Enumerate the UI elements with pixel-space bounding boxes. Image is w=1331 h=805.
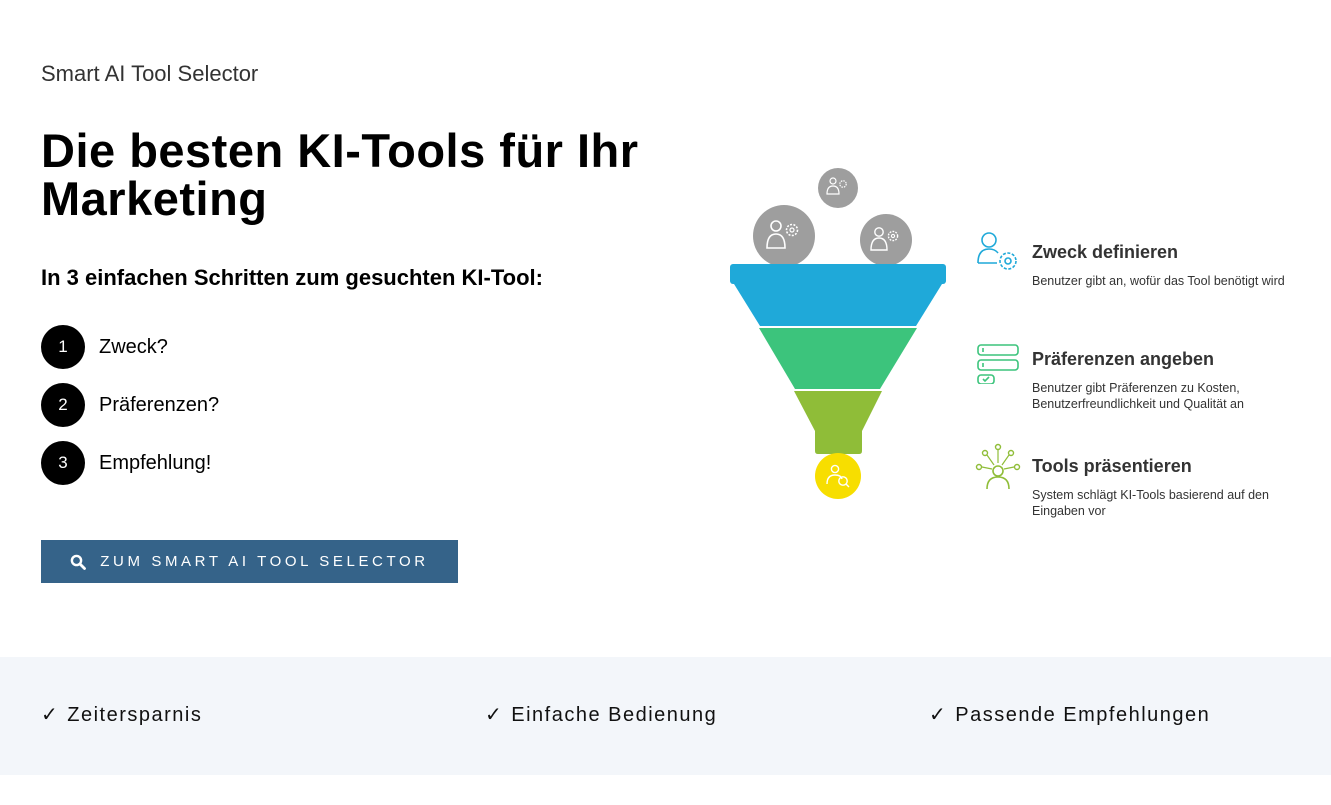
benefit-item: ✓ Zeitersparnis (41, 702, 202, 727)
eyebrow-label: Smart AI Tool Selector (41, 61, 259, 86)
benefit-label: Zeitersparnis (67, 704, 203, 726)
search-icon (70, 554, 87, 570)
smart-ai-tool-selector-button[interactable]: ZUM SMART AI TOOL SELECTOR (41, 540, 458, 583)
funnel-illustration (730, 168, 946, 499)
user-gear-icon (977, 232, 1017, 270)
feature-item: Tools präsentieren System schlägt KI-Too… (975, 443, 1295, 550)
benefit-item: ✓ Einfache Bedienung (485, 702, 717, 727)
step-label: Empfehlung! (99, 451, 212, 474)
feature-description: Benutzer gibt an, wofür das Tool benötig… (1032, 274, 1285, 288)
feature-item: Zweck definieren Benutzer gibt an, wofür… (975, 229, 1295, 336)
user-gear-bubble-icon (753, 205, 815, 267)
feature-description: System schlägt KI-Tools basierend auf de… (1032, 488, 1269, 518)
subheading: In 3 einfachen Schritten zum gesuchten K… (41, 265, 543, 290)
step-number-badge: 2 (41, 383, 85, 427)
result-user-search-icon (815, 453, 861, 499)
checkmark-icon: ✓ (485, 704, 504, 726)
user-gear-bubble-icon (818, 168, 858, 208)
user-gear-bubble-icon (860, 214, 912, 266)
step-label: Zweck? (99, 335, 168, 358)
step-item: 1 Zweck? (41, 325, 219, 369)
feature-title: Zweck definieren (1032, 242, 1179, 262)
step-number-badge: 3 (41, 441, 85, 485)
feature-description: Benutzer gibt Präferenzen zu Kosten, Ben… (1032, 381, 1244, 411)
funnel-bottom-segment (794, 391, 882, 454)
funnel-rim (730, 264, 946, 284)
checkmark-icon: ✓ (41, 704, 60, 726)
benefit-label: Passende Empfehlungen (955, 704, 1211, 726)
step-label: Präferenzen? (99, 393, 220, 416)
benefit-item: ✓ Passende Empfehlungen (929, 702, 1210, 727)
page-title: Die besten KI-Tools für Ihr Marketing (41, 124, 639, 225)
funnel-top-segment (734, 284, 942, 326)
benefits-bar: ✓ Zeitersparnis ✓ Einfache Bedienung ✓ Pass… (0, 657, 1331, 775)
cta-label: ZUM SMART AI TOOL SELECTOR (100, 553, 429, 570)
step-item: 3 Empfehlung! (41, 441, 219, 485)
step-item: 2 Präferenzen? (41, 383, 219, 427)
page: Smart AI Tool Selector Die besten KI-Too… (0, 0, 1331, 805)
feature-title: Präferenzen angeben (1032, 349, 1215, 369)
network-user-icon (975, 443, 1021, 490)
feature-item: Präferenzen angeben Benutzer gibt Präfer… (975, 336, 1295, 443)
preferences-list-icon (977, 344, 1019, 384)
features-list: Zweck definieren Benutzer gibt an, wofür… (975, 229, 1295, 550)
benefit-label: Einfache Bedienung (511, 704, 718, 726)
checkmark-icon: ✓ (929, 704, 948, 726)
funnel-middle-segment (759, 328, 917, 389)
steps-list: 1 Zweck? 2 Präferenzen? 3 Empfehlung! (41, 325, 219, 499)
feature-title: Tools präsentieren (1032, 456, 1192, 476)
step-number-badge: 1 (41, 325, 85, 369)
